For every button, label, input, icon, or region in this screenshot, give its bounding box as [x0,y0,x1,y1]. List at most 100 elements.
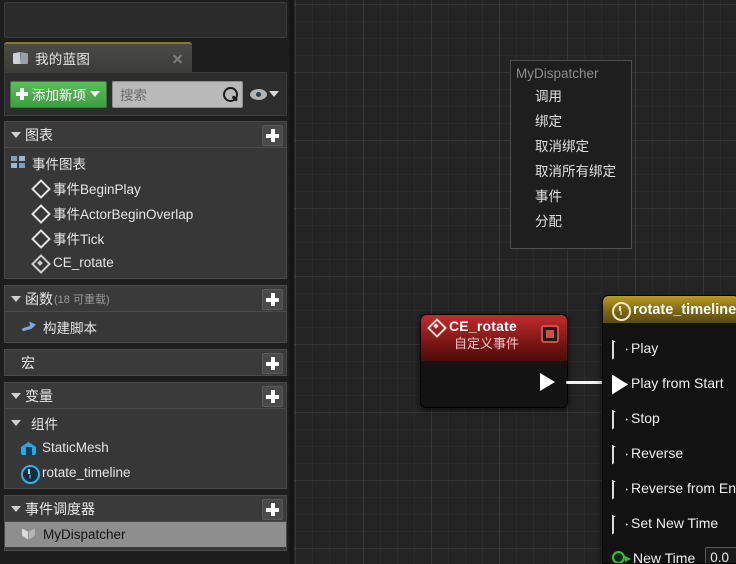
plus-icon [266,129,279,142]
exec-pin-icon[interactable] [612,445,623,461]
timeline-clock-icon [21,465,40,484]
function-icon [21,320,37,334]
tree-item-label: MyDispatcher [43,527,126,542]
section-title-macros: 宏 [21,354,35,371]
node-title: CE_rotate [449,318,517,334]
pin-reverse-from-end[interactable]: Reverse from End [603,470,736,505]
tab-label: 我的蓝图 [35,52,91,67]
tree-item-label: CE_rotate [53,255,114,270]
tree-item-ce-rotate[interactable]: CE_rotate [5,250,286,275]
event-diamond-icon [32,230,47,245]
tree-item-event-graph[interactable]: 事件图表 [5,150,286,175]
plus-icon [266,503,279,516]
pin-label: Set New Time [631,514,719,531]
pin-reverse[interactable]: Reverse [603,435,736,470]
pin-play[interactable]: Play [603,330,736,365]
add-macro-button[interactable] [262,353,283,374]
context-menu-item-call[interactable]: 调用 [511,84,631,109]
tree-item-label: 事件ActorBeginOverlap [53,206,194,222]
close-icon[interactable] [172,53,183,64]
tree-item-label: 事件BeginPlay [53,181,141,197]
plus-icon [266,390,279,403]
exec-pin-icon[interactable] [612,515,623,531]
exec-pin-icon[interactable] [612,410,623,426]
chevron-down-icon[interactable] [269,91,279,97]
add-graph-button[interactable] [262,125,283,146]
chevron-down-icon [11,131,21,138]
tree-item-label: rotate_timeline [42,465,131,480]
chevron-down-icon [11,392,21,399]
node-title: rotate_timeline [633,301,736,318]
pin-label: Play from Start [631,374,724,391]
context-menu-item-assign[interactable]: 分配 [511,209,631,234]
upper-empty-panel [4,2,287,38]
section-body-functions: 构建脚本 [4,312,287,343]
section-body-graphs: 事件图表 事件BeginPlay 事件ActorBeginOverlap 事件T… [4,148,287,279]
tree-item-event-beginplay[interactable]: 事件BeginPlay [5,175,286,200]
section-header-dispatchers[interactable]: 事件调度器 [4,495,287,522]
tree-item-label: StaticMesh [42,440,109,455]
section-header-macros[interactable]: 宏 [4,349,287,376]
node-ce-rotate[interactable]: CE_rotate 自定义事件 [420,314,568,408]
static-mesh-icon [21,440,36,455]
tab-my-blueprint[interactable]: 我的蓝图 [4,42,192,72]
new-time-input[interactable]: 0.0 [705,547,736,563]
section-header-variables[interactable]: 变量 [4,382,287,409]
blueprint-toolbar: 添加新项 搜索 [4,72,287,116]
context-menu-item-unbind[interactable]: 取消绑定 [511,134,631,159]
visibility-options-button[interactable] [248,88,281,100]
pin-label: Reverse [631,444,684,461]
node-body [421,361,567,407]
tree-item-event-tick[interactable]: 事件Tick [5,225,286,250]
node-header: rotate_timeline [603,296,736,323]
stop-badge-icon[interactable] [541,325,559,343]
custom-event-diamond-icon [32,255,47,270]
add-variable-button[interactable] [262,386,283,407]
section-header-graphs[interactable]: 图表 [4,121,287,148]
float-pin-icon[interactable] [612,551,631,563]
node-body: Play Play from Start Stop Reverse Revers… [603,323,736,564]
blueprint-editor-window: 我的蓝图 添加新项 搜索 图表 事件图表 事件BeginPlay 事件Actor… [0,0,736,564]
section-body-components: 组件 StaticMesh rotate_timeline [4,409,287,489]
section-title-variables: 变量 [25,387,53,404]
tree-item-construction-script[interactable]: 构建脚本 [5,314,286,339]
add-function-button[interactable] [262,289,283,310]
exec-output-pin[interactable] [540,373,555,391]
plus-icon [266,357,279,370]
book-icon [13,52,28,64]
pin-stop[interactable]: Stop [603,400,736,435]
custom-event-diamond-icon [428,319,443,334]
context-menu-item-unbind-all[interactable]: 取消所有绑定 [511,159,631,184]
my-blueprint-panel: 我的蓝图 添加新项 搜索 图表 事件图表 事件BeginPlay 事件Actor… [0,0,289,564]
node-rotate-timeline[interactable]: rotate_timeline Play Play from Start Sto… [602,295,736,564]
tree-item-mydispatcher[interactable]: MyDispatcher [5,522,286,547]
chevron-down-icon[interactable] [90,91,100,97]
chevron-down-icon [11,295,21,302]
context-menu-item-bind[interactable]: 绑定 [511,109,631,134]
search-input[interactable]: 搜索 [112,80,243,108]
context-menu-item-event[interactable]: 事件 [511,184,631,209]
pin-set-new-time[interactable]: Set New Time [603,505,736,540]
exec-pin-icon[interactable] [612,340,623,356]
search-placeholder: 搜索 [120,88,147,103]
section-title-dispatchers: 事件调度器 [25,500,95,517]
section-header-functions[interactable]: 函数 (18 可重载) [4,285,287,312]
pin-play-from-start[interactable]: Play from Start [603,365,736,400]
tree-item-event-actorbeginoverlap[interactable]: 事件ActorBeginOverlap [5,200,286,225]
chevron-down-icon [11,505,21,512]
dispatcher-context-menu: MyDispatcher 调用 绑定 取消绑定 取消所有绑定 事件 分配 [510,60,632,249]
exec-pin-icon[interactable] [612,375,623,391]
pin-new-time[interactable]: New Time 0.0 [603,540,736,564]
pin-label: New Time [633,549,696,564]
exec-pin-icon[interactable] [612,480,623,496]
plus-icon [16,88,28,100]
add-dispatcher-button[interactable] [262,499,283,520]
context-menu-header: MyDispatcher [516,66,599,81]
timeline-clock-icon [612,302,631,321]
tree-item-rotate-timeline[interactable]: rotate_timeline [5,460,286,485]
section-header-components[interactable]: 组件 [5,410,286,435]
add-new-button[interactable]: 添加新项 [10,80,107,108]
section-title-components: 组件 [31,416,58,432]
section-subtitle-functions: (18 可重载) [54,293,110,306]
tree-item-staticmesh[interactable]: StaticMesh [5,435,286,460]
